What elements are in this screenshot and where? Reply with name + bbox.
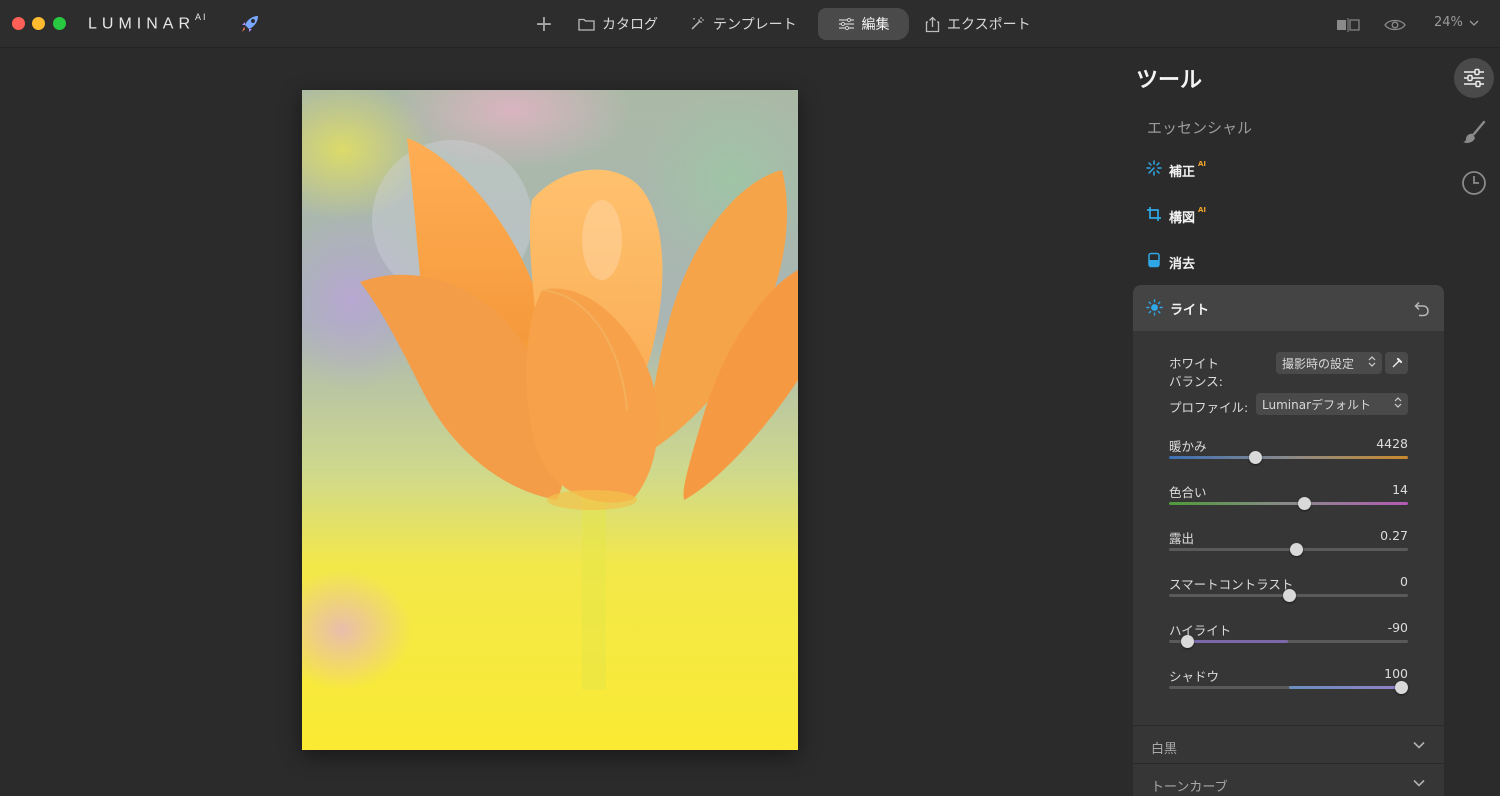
tab-catalog-label: カタログ [602, 17, 658, 33]
tool-enhance-label: 補正 [1169, 164, 1196, 180]
adjustments-tab-button[interactable] [1454, 58, 1494, 98]
slider-fill [1288, 686, 1401, 689]
slider-value: 4428 [1376, 436, 1408, 451]
slider-handle[interactable] [1298, 497, 1312, 510]
photo-canvas[interactable] [302, 90, 798, 750]
tool-enhance[interactable]: 補正 AI [1146, 159, 1206, 181]
slider-handle[interactable] [1180, 635, 1194, 648]
tab-export-label: エクスポート [947, 17, 1031, 33]
rocket-icon[interactable] [238, 12, 262, 36]
slider-handle[interactable] [1394, 681, 1408, 694]
slider-value: 14 [1392, 482, 1408, 497]
tab-edit[interactable]: 編集 [818, 8, 909, 40]
section-label: トーンカーブ [1151, 780, 1228, 795]
white-balance-label: ホワイト バランス: [1169, 356, 1223, 389]
chevron-down-icon [1469, 15, 1479, 30]
tab-catalog[interactable]: カタログ [578, 8, 658, 40]
white-balance-value: 撮影時の設定 [1282, 356, 1355, 371]
profile-value: Luminarデフォルト [1262, 397, 1371, 412]
brush-icon[interactable] [1460, 118, 1488, 150]
folder-icon [578, 17, 595, 31]
chevron-down-icon [1413, 738, 1425, 753]
close-window-button[interactable] [12, 17, 25, 30]
history-icon[interactable] [1460, 169, 1488, 201]
light-panel: ライト ホワイト バランス: 撮影時の設定 プロファイル: Luminarデフォ… [1133, 285, 1444, 796]
tab-export[interactable]: エクスポート [925, 8, 1031, 40]
compare-icon[interactable] [1336, 17, 1360, 36]
section-tone-curve[interactable]: トーンカーブ [1133, 763, 1444, 796]
zoom-value: 24% [1434, 15, 1463, 30]
slider-handle[interactable] [1289, 543, 1303, 556]
eye-icon[interactable] [1384, 17, 1406, 36]
sliders-icon [1464, 68, 1484, 88]
zoom-dropdown[interactable]: 24% [1434, 15, 1479, 30]
eyedropper-button[interactable] [1385, 352, 1408, 374]
slider-fill [1186, 640, 1289, 643]
slider-value: 100 [1384, 666, 1408, 681]
essentials-section-label[interactable]: エッセンシャル [1147, 117, 1252, 138]
share-icon [925, 16, 940, 33]
tools-title: ツール [1136, 68, 1203, 93]
section-black-white[interactable]: 白黒 [1133, 725, 1444, 763]
updown-icon [1368, 356, 1376, 370]
tool-erase[interactable]: 消去 [1146, 251, 1195, 273]
crop-icon [1146, 206, 1162, 226]
section-label: 白黒 [1151, 742, 1178, 757]
magic-wand-icon [688, 15, 706, 33]
slider-label: 色合い [1169, 485, 1207, 500]
zoom-window-button[interactable] [53, 17, 66, 30]
slider-value: 0.27 [1380, 528, 1408, 543]
tool-structure[interactable]: 構図 AI [1146, 205, 1206, 227]
ai-badge: AI [1198, 206, 1207, 214]
undo-icon[interactable] [1412, 299, 1430, 321]
app-logo: LUMINARAI [88, 12, 208, 33]
slider-handle[interactable] [1249, 451, 1263, 464]
sparkle-icon [1146, 160, 1162, 180]
tab-templates[interactable]: テンプレート [688, 8, 797, 40]
minimize-window-button[interactable] [32, 17, 45, 30]
slider-label: スマートコントラスト [1169, 577, 1294, 592]
updown-icon [1394, 397, 1402, 411]
tint-track[interactable] [1169, 502, 1408, 505]
sun-icon [1146, 299, 1163, 320]
chevron-down-icon [1413, 776, 1425, 791]
slider-label: 露出 [1169, 531, 1195, 546]
ai-badge: AI [1198, 160, 1207, 168]
exposure-track[interactable] [1169, 548, 1408, 551]
tab-edit-label: 編集 [861, 17, 890, 33]
title-bar: LUMINARAI + カタログ テンプレート 編集 エクスポート 24% [0, 0, 1500, 48]
profile-label: プロファイル: [1169, 400, 1249, 415]
add-photos-button[interactable]: + [532, 8, 556, 40]
slider-label: シャドウ [1169, 669, 1220, 684]
light-panel-title: ライト [1170, 303, 1210, 318]
slider-value: 0 [1400, 574, 1408, 589]
warmth-track[interactable] [1169, 456, 1408, 459]
sliders-icon [838, 17, 855, 31]
profile-select[interactable]: Luminarデフォルト [1256, 393, 1408, 415]
light-panel-header[interactable]: ライト [1133, 285, 1444, 331]
slider-value: -90 [1387, 620, 1408, 635]
slider-label: ハイライト [1169, 623, 1232, 638]
white-balance-select[interactable]: 撮影時の設定 [1276, 352, 1382, 374]
eraser-icon [1146, 252, 1162, 272]
tab-templates-label: テンプレート [713, 17, 797, 33]
slider-handle[interactable] [1282, 589, 1296, 602]
tool-structure-label: 構図 [1169, 210, 1196, 226]
tool-erase-label: 消去 [1169, 256, 1196, 272]
eyedropper-icon [1392, 357, 1402, 368]
slider-label: 暖かみ [1169, 439, 1207, 454]
